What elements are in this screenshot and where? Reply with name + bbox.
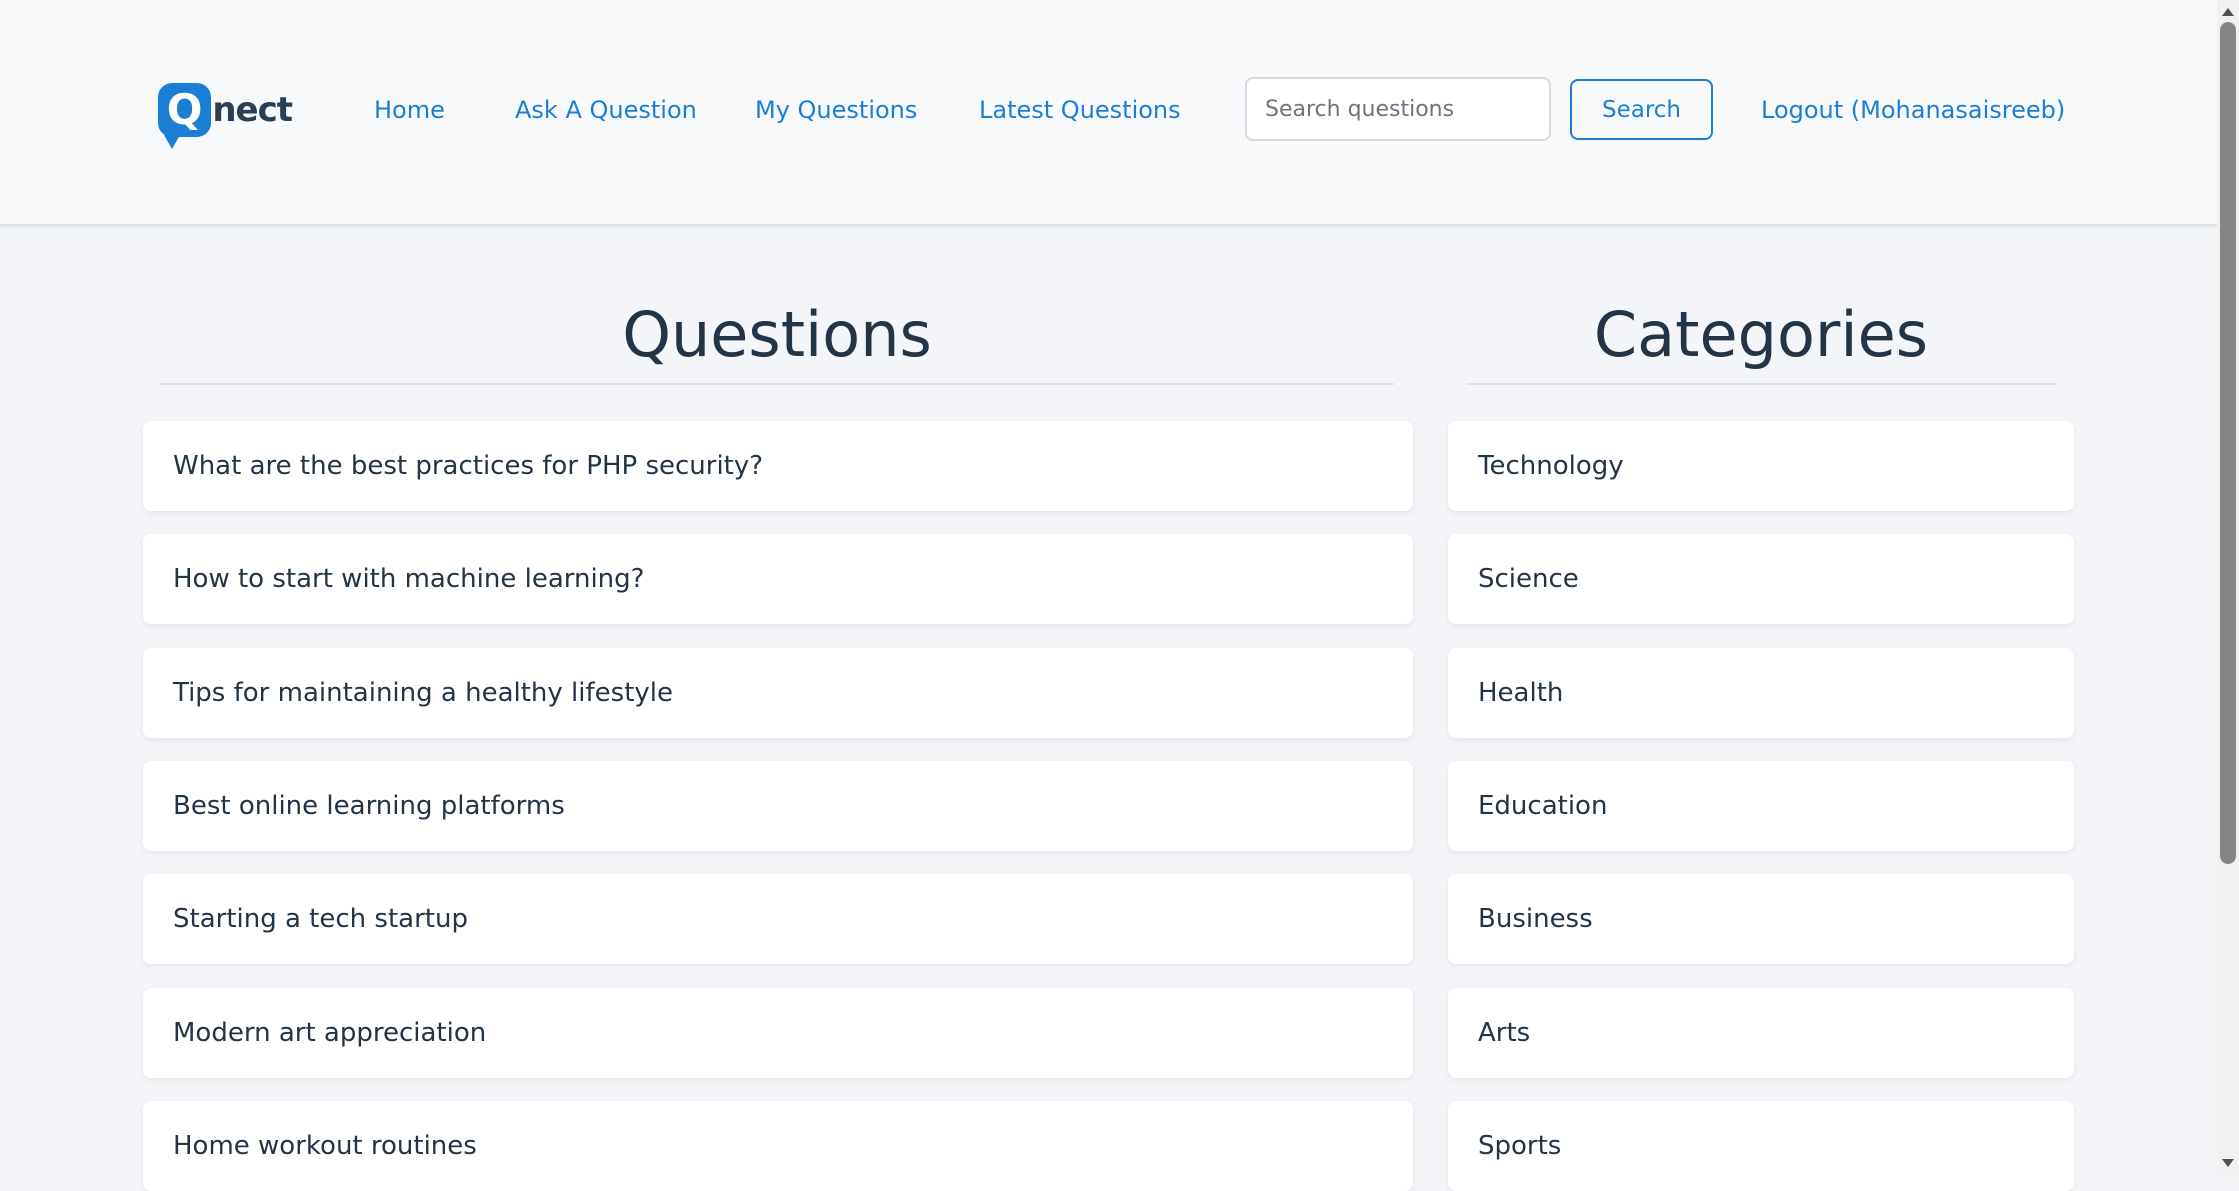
nav-link-ask-question[interactable]: Ask A Question bbox=[515, 92, 697, 128]
categories-divider bbox=[1466, 383, 2056, 385]
category-item-science[interactable]: Science bbox=[1448, 534, 2074, 624]
category-item-health[interactable]: Health bbox=[1448, 648, 2074, 738]
question-item[interactable]: Best online learning platforms bbox=[143, 761, 1413, 851]
scrollbar-thumb[interactable] bbox=[2220, 22, 2236, 864]
question-item[interactable]: How to start with machine learning? bbox=[143, 534, 1413, 624]
nav-link-home[interactable]: Home bbox=[374, 92, 445, 128]
logo-letter: Q bbox=[166, 85, 203, 134]
questions-heading: Questions bbox=[622, 298, 932, 371]
question-item[interactable]: Modern art appreciation bbox=[143, 988, 1413, 1078]
logout-link[interactable]: Logout (Mohanasaisreeb) bbox=[1761, 92, 2065, 128]
navbar: Q nect Home Ask A Question My Questions … bbox=[0, 0, 2217, 226]
category-item-sports[interactable]: Sports bbox=[1448, 1101, 2074, 1191]
category-item-technology[interactable]: Technology bbox=[1448, 421, 2074, 511]
categories-heading: Categories bbox=[1593, 298, 1929, 371]
search-input[interactable] bbox=[1245, 77, 1551, 141]
question-item[interactable]: Tips for maintaining a healthy lifestyle bbox=[143, 648, 1413, 738]
search-button[interactable]: Search bbox=[1570, 79, 1713, 140]
category-item-education[interactable]: Education bbox=[1448, 761, 2074, 851]
questions-divider bbox=[160, 383, 1394, 385]
logo-chat-bubble-icon: Q bbox=[158, 83, 212, 149]
question-item[interactable]: Home workout routines bbox=[143, 1101, 1413, 1191]
nav-link-latest-questions[interactable]: Latest Questions bbox=[979, 92, 1181, 128]
nav-link-my-questions[interactable]: My Questions bbox=[755, 92, 917, 128]
question-item[interactable]: What are the best practices for PHP secu… bbox=[143, 421, 1413, 511]
scroll-up-arrow-icon[interactable] bbox=[2222, 8, 2234, 16]
page-scrollbar[interactable] bbox=[2217, 0, 2239, 1175]
question-item[interactable]: Starting a tech startup bbox=[143, 874, 1413, 964]
scroll-down-arrow-icon[interactable] bbox=[2222, 1159, 2234, 1167]
logo[interactable]: Q nect bbox=[158, 78, 293, 149]
category-item-arts[interactable]: Arts bbox=[1448, 988, 2074, 1078]
category-item-business[interactable]: Business bbox=[1448, 874, 2074, 964]
logo-text: nect bbox=[212, 90, 293, 130]
